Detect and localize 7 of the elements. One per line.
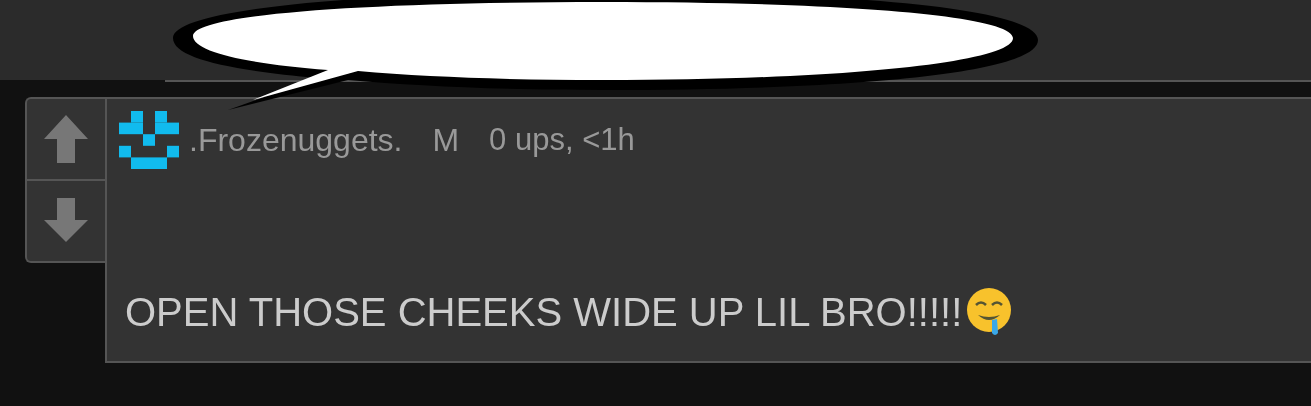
comment-text: OPEN THOSE CHEEKS WIDE UP LIL BRO!!!!! (125, 289, 963, 335)
username-link[interactable]: .Frozenuggets. (189, 121, 403, 159)
down-arrow-icon (42, 198, 90, 244)
up-arrow-icon (42, 113, 90, 165)
gender-label: M (432, 121, 460, 159)
avatar-icon (119, 111, 179, 169)
comment-meta: 0 ups, <1h (489, 122, 635, 158)
